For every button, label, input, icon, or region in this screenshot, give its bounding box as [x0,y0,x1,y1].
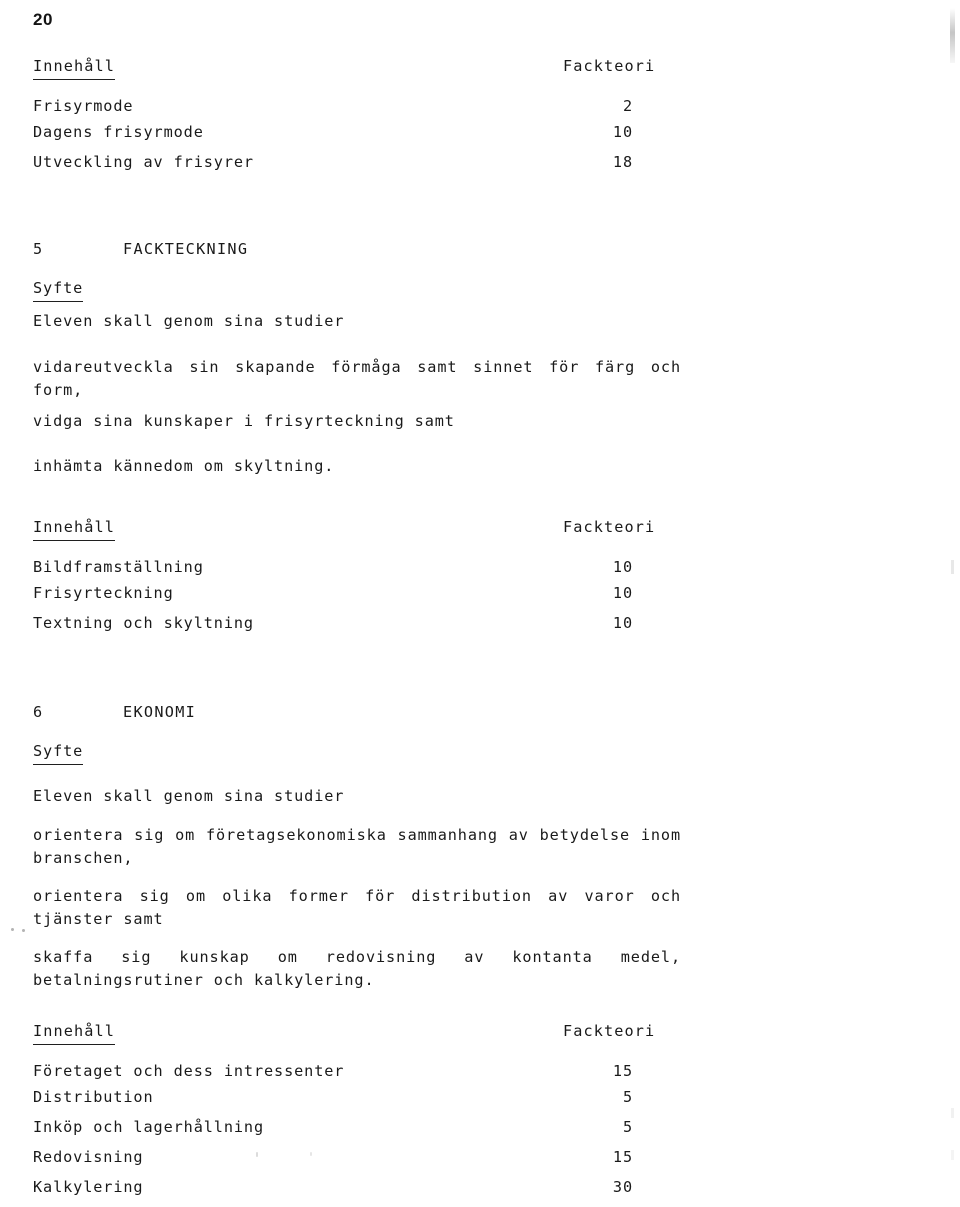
table-header-content: Innehåll [33,1022,115,1045]
table-header-row: Innehåll Fackteori [33,518,656,548]
purpose-goal-5-2: vidga sina kunskaper i frisyrteckning sa… [33,412,455,430]
table-cell-label: Bildframställning [33,558,204,576]
document-page: 20 Innehåll Fackteori Frisyrmode 2 Dagen… [0,0,960,1207]
section-number: 5 [33,240,44,258]
table-cell-label: Inköp och lagerhållning [33,1118,265,1136]
table-cell-value: 15 [612,1148,633,1166]
table-cell-value: 5 [622,1088,633,1106]
scan-speck [11,928,14,931]
table-row: Inköp och lagerhållning 5 [33,1118,633,1148]
table-row: Dagens frisyrmode 10 [33,123,633,153]
top-contents-table: Innehåll Fackteori Frisyrmode 2 Dagens f… [33,57,656,183]
scan-speck [310,1152,312,1156]
table-cell-label: Frisyrteckning [33,584,174,602]
section-number: 6 [33,703,44,721]
scan-speck [22,929,25,932]
section-heading-6: 6 EKONOMI [33,703,196,721]
table-row: Bildframställning 10 [33,548,633,584]
table-cell-label: Distribution [33,1088,154,1106]
scan-edge-artifact [951,1108,954,1118]
table-cell-label: Frisyrmode [33,97,134,115]
section-6-contents-table: Innehåll Fackteori Företaget och dess in… [33,1022,656,1207]
purpose-goal-5-3: inhämta kännedom om skyltning. [33,457,335,475]
table-header-row: Innehåll Fackteori [33,1022,656,1052]
purpose-heading-6: Syfte [33,742,84,765]
table-cell-label: Företaget och dess intressenter [33,1062,345,1080]
table-row: Redovisning 15 [33,1148,633,1178]
section-title: FACKTECKNING [123,240,249,258]
table-cell-label: Utveckling av frisyrer [33,153,254,171]
table-cell-label: Redovisning [33,1148,144,1166]
table-cell-label: Dagens frisyrmode [33,123,204,141]
purpose-intro-5: Eleven skall genom sina studier [33,312,345,330]
table-cell-value: 5 [622,1118,633,1136]
table-cell-value: 2 [622,97,633,115]
table-row: Textning och skyltning 10 [33,614,633,644]
section-title: EKONOMI [123,703,197,721]
purpose-goal-6-1: orientera sig om företagsekonomiska samm… [33,826,681,867]
purpose-heading-5: Syfte [33,279,84,302]
table-row: Företaget och dess intressenter 15 [33,1052,633,1088]
table-header-hours: Fackteori [563,57,656,75]
section-heading-5: 5 FACKTECKNING [33,240,248,258]
purpose-intro-6: Eleven skall genom sina studier [33,787,345,805]
table-cell-value: 10 [612,558,633,576]
table-header-hours: Fackteori [563,518,656,536]
table-cell-value: 10 [612,614,633,632]
table-row: Frisyrmode 2 [33,87,633,123]
section-5-contents-table: Innehåll Fackteori Bildframställning 10 … [33,518,656,644]
table-cell-label: Kalkylering [33,1178,144,1196]
scan-edge-artifact [950,8,955,63]
table-header-hours: Fackteori [563,1022,656,1040]
purpose-goal-6-2: orientera sig om olika former för distri… [33,887,681,928]
table-cell-value: 10 [612,584,633,602]
scan-edge-artifact [951,1150,954,1160]
purpose-goal-5-1: vidareutveckla sin skapande förmåga samt… [33,358,681,399]
table-row: Distribution 5 [33,1088,633,1118]
table-row: Utveckling av frisyrer 18 [33,153,633,183]
page-number: 20 [33,10,53,29]
table-row: Frisyrteckning 10 [33,584,633,614]
purpose-goal-6-3: skaffa sig kunskap om redovisning av kon… [33,948,681,989]
scan-edge-artifact [951,560,954,574]
table-cell-value: 15 [612,1062,633,1080]
table-header-content: Innehåll [33,518,115,541]
table-cell-value: 10 [612,123,633,141]
table-cell-label: Textning och skyltning [33,614,254,632]
table-cell-value: 30 [612,1178,633,1196]
table-cell-value: 18 [612,153,633,171]
scan-speck [256,1152,258,1157]
table-header-row: Innehåll Fackteori [33,57,656,87]
table-row: Kalkylering 30 [33,1178,633,1207]
table-header-content: Innehåll [33,57,115,80]
